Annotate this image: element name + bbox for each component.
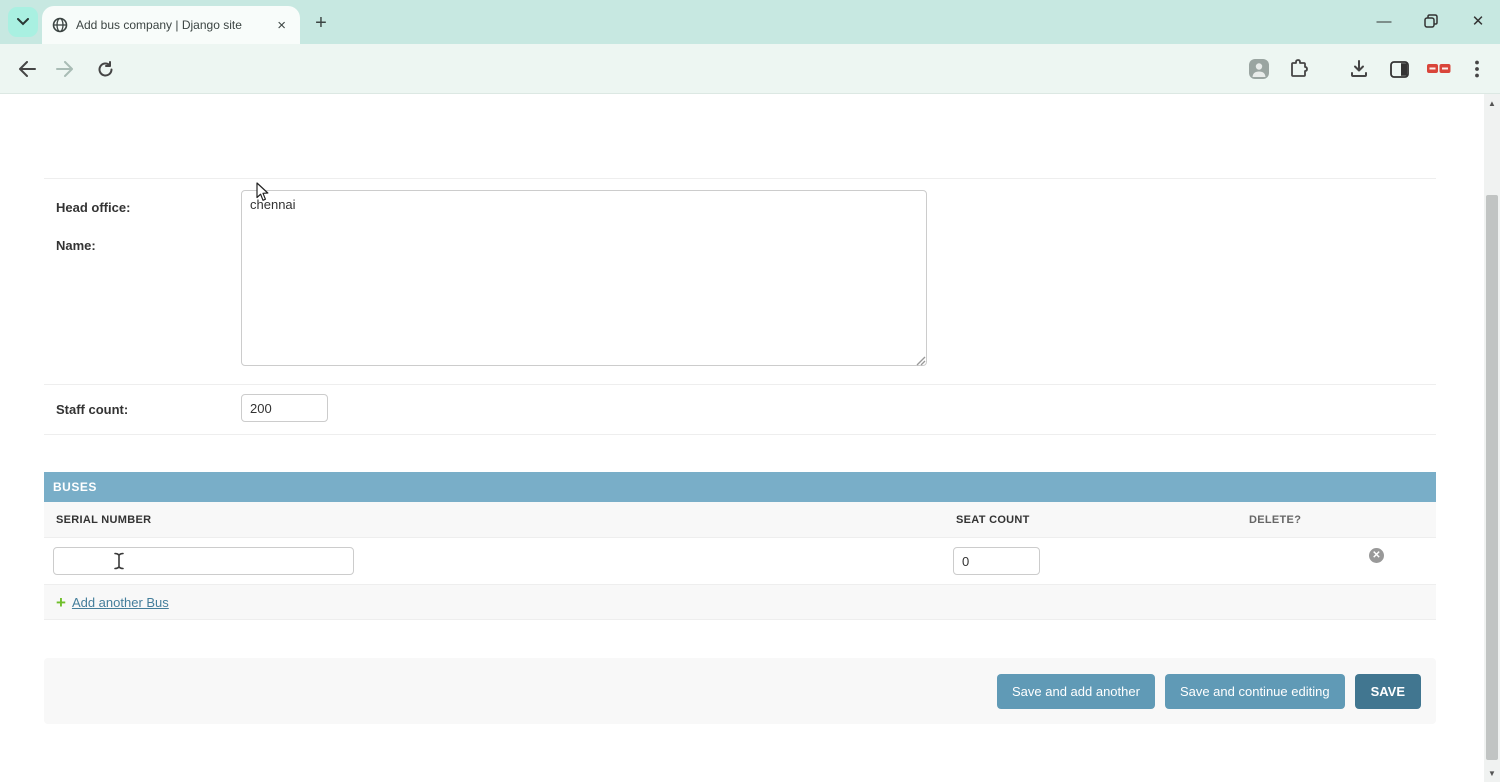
save-and-continue-editing-button[interactable]: Save and continue editing: [1165, 674, 1345, 709]
globe-favicon-icon: [52, 17, 68, 33]
column-header-seat-count: SEAT COUNT: [956, 502, 1030, 538]
browser-tab-active[interactable]: Add bus company | Django site ×: [42, 6, 300, 44]
tab-close-icon[interactable]: ×: [273, 16, 290, 35]
submit-row: Save and add another Save and continue e…: [44, 658, 1436, 724]
reload-icon: [97, 61, 114, 78]
recorder-extension-icon: [1427, 62, 1451, 76]
scrollbar-down-icon[interactable]: ▼: [1484, 766, 1500, 780]
extension-badge-button[interactable]: [1424, 44, 1454, 94]
scrollbar-thumb[interactable]: [1486, 195, 1498, 760]
chevron-down-icon: [17, 18, 29, 26]
inline-delete-icon[interactable]: ✕: [1369, 548, 1384, 563]
back-button[interactable]: [14, 44, 40, 94]
extensions-button[interactable]: [1286, 44, 1312, 94]
downloads-button[interactable]: [1346, 44, 1372, 94]
inline-section-header: BUSES: [44, 472, 1436, 502]
browser-tab-strip: Add bus company | Django site × + — ✕: [0, 0, 1500, 44]
vertical-scrollbar[interactable]: ▲ ▼: [1484, 94, 1500, 782]
add-another-bus-link[interactable]: Add another Bus: [72, 595, 169, 610]
add-row: + Add another Bus: [44, 585, 1436, 620]
browser-toolbar: 127.0.0.1:8000/admin/buses/buscompany/ad…: [0, 44, 1500, 94]
tab-title: Add bus company | Django site: [76, 18, 242, 32]
save-and-add-another-button[interactable]: Save and add another: [997, 674, 1155, 709]
browser-menu-button[interactable]: [1466, 44, 1488, 94]
tab-search-button[interactable]: [8, 7, 38, 37]
scrollbar-up-icon[interactable]: ▲: [1484, 96, 1500, 110]
window-controls: — ✕: [1372, 6, 1490, 36]
seat-count-input[interactable]: [953, 547, 1040, 575]
new-tab-button[interactable]: +: [308, 10, 334, 36]
head-office-label: Head office:: [56, 200, 130, 215]
extensions-puzzle-icon: [1289, 59, 1309, 79]
column-header-serial-number: SERIAL NUMBER: [56, 502, 151, 538]
serial-number-input[interactable]: [53, 547, 354, 575]
row-divider: [44, 384, 1436, 385]
reload-button[interactable]: [92, 44, 118, 94]
back-arrow-icon: [18, 61, 36, 77]
inline-table-header-row: SERIAL NUMBER SEAT COUNT DELETE?: [44, 502, 1436, 538]
row-divider: [44, 434, 1436, 435]
page-title: Add bus company: [56, 94, 216, 96]
staff-count-label: Staff count:: [56, 402, 128, 417]
forward-arrow-icon: [56, 61, 74, 77]
column-header-delete: DELETE?: [1249, 502, 1301, 538]
profile-icon: [1248, 58, 1270, 80]
forward-button[interactable]: [52, 44, 78, 94]
head-office-textarea[interactable]: chennai: [241, 190, 927, 366]
name-label: Name:: [56, 238, 96, 253]
profile-button[interactable]: [1246, 44, 1272, 94]
side-panel-icon: [1390, 61, 1409, 78]
page-content: Add bus company Name: Head office: chenn…: [0, 94, 1484, 782]
window-restore-button[interactable]: [1424, 14, 1438, 28]
window-minimize-button[interactable]: —: [1372, 13, 1396, 30]
save-button[interactable]: SAVE: [1355, 674, 1421, 709]
row-divider: [44, 178, 1436, 179]
staff-count-input[interactable]: [241, 394, 328, 422]
three-dot-menu-icon: [1475, 60, 1479, 78]
download-icon: [1350, 60, 1368, 78]
window-close-button[interactable]: ✕: [1466, 12, 1490, 30]
add-icon: +: [56, 594, 66, 611]
side-panel-button[interactable]: [1386, 44, 1412, 94]
